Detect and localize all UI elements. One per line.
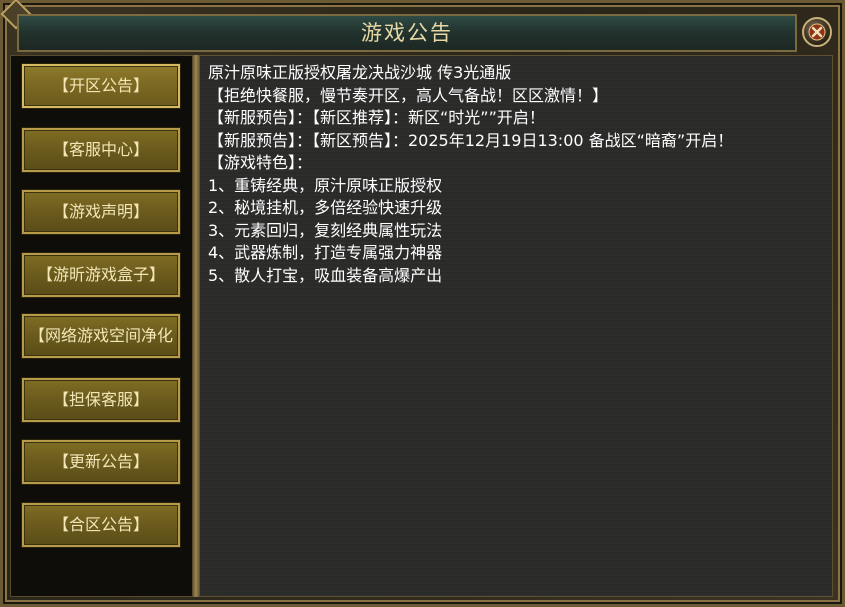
close-button[interactable]: [802, 17, 832, 47]
sidebar-item-2[interactable]: 【客服中心】: [22, 128, 180, 172]
title-bar: 游戏公告: [17, 14, 797, 52]
announcement-line: 【新服预告】：【新区预告】：2025年12月19日13:00 备战区“暗裔”开启…: [208, 130, 734, 150]
announcement-line: 【新服预告】：【新区推荐】：新区“时光””开启！: [208, 108, 545, 127]
announcement-line: 2、秘境挂机，多倍经验快速升级: [208, 198, 443, 217]
announcement-line: 3、元素回归，复刻经典属性玩法: [208, 220, 443, 240]
sidebar-item-3[interactable]: 【游戏声明】: [22, 190, 180, 234]
announcement-text-area: 原汁原味正版授权屠龙决战沙城 传3光通版【拒绝快餐服，慢节奏开区，高人气备战！区…: [208, 62, 828, 590]
announcement-content-panel: 原汁原味正版授权屠龙决战沙城 传3光通版【拒绝快餐服，慢节奏开区，高人气备战！区…: [199, 55, 833, 597]
announcement-line: 4、武器炼制，打造专属强力神器: [208, 243, 443, 262]
announcement-line: 【拒绝快餐服，慢节奏开区，高人气备战！区区激情！】: [208, 85, 609, 105]
sidebar-item-8[interactable]: 【合区公告】: [22, 503, 180, 547]
sidebar-item-7[interactable]: 【更新公告】: [22, 440, 180, 484]
announcement-line: 5、散人打宝，吸血装备高爆产出: [208, 265, 443, 285]
sidebar-item-6[interactable]: 【担保客服】: [22, 378, 180, 422]
announcement-line: 原汁原味正版授权屠龙决战沙城 传3光通版: [208, 63, 512, 82]
sidebar-item-1[interactable]: 【开区公告】: [22, 64, 180, 108]
announcement-line: 【游戏特色】：: [208, 153, 313, 172]
window-title: 游戏公告: [361, 21, 453, 45]
sidebar-item-5[interactable]: 【网络游戏空间净化: [22, 314, 180, 358]
announcement-line: 1、重铸经典，原汁原味正版授权: [208, 175, 443, 195]
sidebar-item-4[interactable]: 【游昕游戏盒子】: [22, 253, 180, 297]
close-x-icon: [808, 23, 826, 41]
